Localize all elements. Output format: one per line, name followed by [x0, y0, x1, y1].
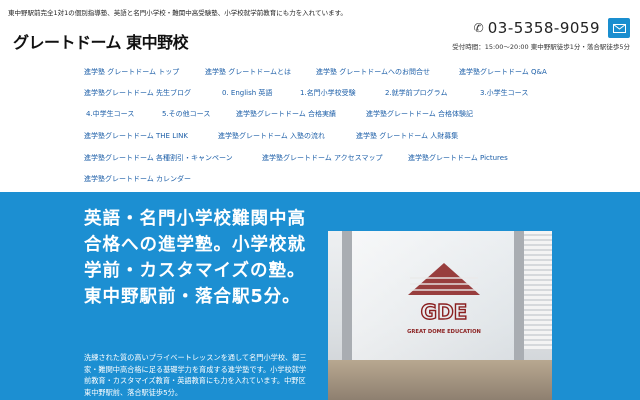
- nav-access[interactable]: 進学塾グレートドーム アクセスマップ: [262, 153, 382, 163]
- nav-blog[interactable]: 進学塾グレートドーム 先生ブログ: [84, 88, 191, 98]
- hero-section: 英語・名門小学校難関中高合格への進学塾。小学校就学前・カスタマイズの塾。東中野駅…: [0, 192, 640, 400]
- nav-recruit[interactable]: 進学塾 グレートドーム 人財募集: [356, 131, 458, 141]
- nav-preschool[interactable]: 2.就学前プログラム: [385, 88, 447, 98]
- nav-calendar[interactable]: 進学塾グレートドーム カレンダー: [84, 174, 191, 184]
- nav-other-courses[interactable]: 5.その他コース: [162, 109, 210, 119]
- nav-about[interactable]: 進学塾 グレートドームとは: [205, 67, 291, 77]
- classroom-photo: GDE GREAT DOME EDUCATION: [328, 231, 552, 400]
- nav-results[interactable]: 進学塾グレートドーム 合格実績: [236, 109, 336, 119]
- nav-pictures[interactable]: 進学塾グレートドーム Pictures: [408, 153, 508, 163]
- main-nav: 進学塾 グレートドーム トップ 進学塾 グレートドームとは 進学塾 グレートドー…: [0, 0, 640, 190]
- nav-top[interactable]: 進学塾 グレートドーム トップ: [84, 67, 179, 77]
- hero-description: 洗練された質の高いプライベートレッスンを通して名門小学校、御三家・難関中高合格に…: [84, 353, 307, 397]
- nav-enrollment[interactable]: 進学塾グレートドーム 入塾の流れ: [218, 131, 325, 141]
- nav-qa[interactable]: 進学塾グレートドーム Q&A: [459, 67, 547, 77]
- sign-letters: GDE: [421, 300, 468, 324]
- nav-english[interactable]: 0. English 英語: [222, 88, 272, 98]
- desk-area: [328, 360, 552, 400]
- nav-testimonials[interactable]: 進学塾グレートドーム 合格体験記: [366, 109, 473, 119]
- great-dome-logo-sign: GDE GREAT DOME EDUCATION: [407, 263, 481, 335]
- hero-headline: 英語・名門小学校難関中高合格への進学塾。小学校就学前・カスタマイズの塾。東中野駅…: [84, 209, 306, 307]
- sign-caption: GREAT DOME EDUCATION: [407, 329, 481, 335]
- nav-discounts[interactable]: 進学塾グレートドーム 各種割引・キャンペーン: [84, 153, 233, 163]
- nav-contact[interactable]: 進学塾 グレートドームへのお問合せ: [316, 67, 430, 77]
- nav-the-link[interactable]: 進学塾グレートドーム THE LINK: [84, 131, 188, 141]
- nav-junior-high[interactable]: 4.中学生コース: [86, 109, 134, 119]
- nav-elementary-exam[interactable]: 1.名門小学校受験: [300, 88, 356, 98]
- nav-elementary-course[interactable]: 3.小学生コース: [480, 88, 528, 98]
